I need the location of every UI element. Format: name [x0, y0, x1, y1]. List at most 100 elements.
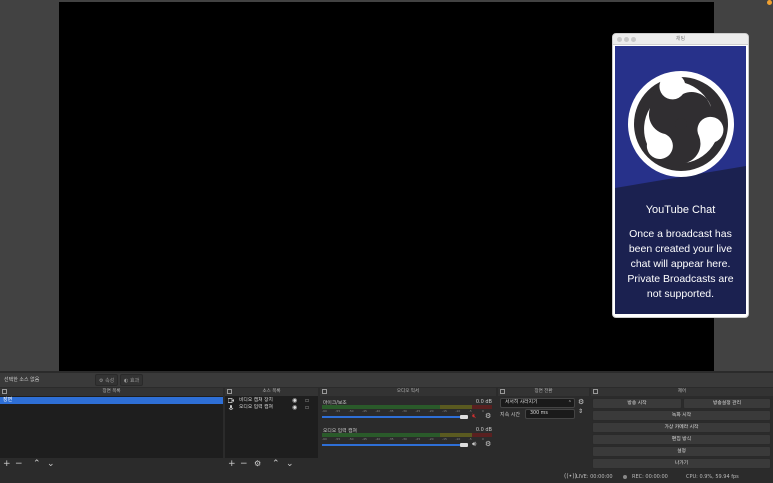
meter-tick-label: -55 — [335, 437, 341, 441]
dock-float-icon[interactable] — [322, 389, 327, 394]
controls-panel: 방송 시작 방송설정 관리 녹화 시작 가상 카메라 시작 편집 방식 설정 나… — [591, 396, 773, 470]
record-dot-icon — [623, 475, 627, 479]
filters-button[interactable]: ◐ 효과 — [120, 374, 144, 386]
remove-source-button[interactable]: − — [240, 458, 248, 470]
dock-float-icon[interactable] — [2, 389, 7, 394]
properties-button[interactable]: ⚙ 속성 — [95, 374, 119, 386]
notification-dot — [767, 0, 772, 5]
studio-mode-button[interactable]: 편집 방식 — [592, 434, 771, 445]
scene-item[interactable]: 장면 — [0, 397, 223, 404]
chevron-updown-icon: ⌃ — [567, 400, 572, 406]
microphone-icon — [228, 405, 234, 410]
lock-icon[interactable]: ▫ — [305, 397, 309, 404]
chat-window-titlebar[interactable]: 채팅 — [613, 34, 748, 45]
context-source-label: 선택한 소스 없음 — [4, 377, 40, 383]
meter-tick-label: -10 — [455, 437, 461, 441]
meter-tick-label: -30 — [402, 437, 407, 441]
scenes-dock-title[interactable]: 장면 목록 — [0, 388, 223, 396]
volume-slider[interactable] — [322, 444, 462, 446]
sources-dock-title[interactable]: 소스 목록 — [225, 388, 318, 396]
chat-message: Once a broadcast has been created your l… — [627, 228, 734, 300]
meter-tick-label: -50 — [348, 409, 354, 413]
audio-mixer: 마이크/보조 0.0 dB -60 -55 -50 -45 -40 -35 -30 -25 -2… — [320, 396, 496, 470]
meter-tick-label: -20 — [428, 409, 434, 413]
start-streaming-button[interactable]: 방송 시작 — [592, 398, 682, 409]
chat-content: YouTube Chat Once a broadcast has been c… — [615, 46, 746, 314]
chat-window-title: 채팅 — [675, 36, 686, 42]
meter-tick-label: -45 — [362, 409, 367, 413]
meter-tick-label: -60 — [322, 409, 327, 413]
rec-status: REC: 00:00:00 — [632, 474, 668, 480]
controls-dock-title[interactable]: 제어 — [591, 388, 773, 396]
camera-icon — [227, 398, 234, 403]
exit-button[interactable]: 나가기 — [592, 458, 771, 469]
meter-tick-label: -25 — [415, 409, 421, 413]
meter-tick-label: 0 — [482, 437, 484, 441]
meter-tick-label: 0 — [482, 409, 484, 413]
meter-tick-label: -40 — [375, 437, 381, 441]
gear-icon[interactable]: ⚙ — [485, 412, 491, 420]
meter-tick-label: -60 — [322, 437, 327, 441]
volume-slider-handle[interactable] — [460, 443, 468, 447]
visibility-eye-icon[interactable]: ◉ — [292, 404, 297, 411]
visibility-eye-icon[interactable]: ◉ — [292, 397, 297, 404]
move-up-icon[interactable]: ⌃ — [33, 458, 41, 470]
meter-tick-label: -30 — [402, 409, 407, 413]
lock-icon[interactable]: ▫ — [305, 404, 309, 411]
meter-tick-label: -20 — [428, 437, 434, 441]
start-recording-button[interactable]: 녹화 시작 — [592, 410, 771, 421]
chat-heading: YouTube Chat — [645, 204, 716, 216]
duration-input[interactable]: 300 ms — [525, 409, 575, 419]
live-status: LIVE: 00:00:00 — [576, 474, 613, 480]
cpu-status: CPU: 0.9%, 59.94 fps — [686, 474, 739, 480]
meter-tick-label: -35 — [388, 409, 394, 413]
broadcast-icon: ((•)) — [564, 473, 577, 480]
scenes-toolbar: + − ⌃ ⌄ — [0, 458, 223, 470]
manage-broadcast-button[interactable]: 방송설정 관리 — [683, 398, 771, 409]
meter-tick-label: -40 — [375, 409, 381, 413]
transition-select[interactable]: 서서히 사라지기 ⌃ — [500, 398, 575, 408]
scenes-list[interactable] — [0, 396, 223, 458]
meter-tick-label: -45 — [362, 437, 367, 441]
filter-icon: ◐ — [124, 378, 129, 384]
source-item[interactable]: 오디오 입력 캡쳐 ◉ ▫ — [228, 404, 316, 411]
move-down-icon[interactable]: ⌄ — [286, 458, 294, 470]
move-down-icon[interactable]: ⌄ — [47, 458, 55, 470]
meter-tick-label: -35 — [388, 437, 394, 441]
meter-tick-label: -10 — [455, 409, 461, 413]
add-source-button[interactable]: + — [228, 458, 236, 470]
meter-tick-label: -15 — [442, 409, 447, 413]
settings-button[interactable]: 설정 — [592, 446, 771, 457]
sources-toolbar: + − ⚙ ⌃ ⌄ — [225, 458, 318, 470]
dock-float-icon[interactable] — [500, 389, 505, 394]
sources-list[interactable]: 비디오 캡쳐 장치 ◉ ▫ 오디오 입력 캡쳐 ◉ ▫ — [225, 396, 318, 458]
youtube-chat-window: 채팅 YouTube Chat Once a broadcast has bee… — [612, 33, 749, 318]
add-scene-button[interactable]: + — [3, 458, 11, 470]
meter-tick-label: -15 — [442, 437, 447, 441]
gear-icon[interactable]: ⚙ — [254, 458, 261, 470]
obs-logo-icon — [628, 71, 734, 177]
move-up-icon[interactable]: ⌃ — [272, 458, 280, 470]
source-item[interactable]: 비디오 캡쳐 장치 ◉ ▫ — [227, 397, 316, 404]
muted-speaker-icon[interactable]: 🔇︎ — [472, 412, 476, 421]
gear-icon[interactable]: ⚙ — [485, 440, 491, 448]
meter-tick-label: -25 — [415, 437, 421, 441]
remove-scene-button[interactable]: − — [15, 458, 23, 470]
dock-float-icon[interactable] — [227, 389, 232, 394]
meter-tick-label: -55 — [335, 409, 341, 413]
status-bar: ((•)) LIVE: 00:00:00 REC: 00:00:00 CPU: … — [0, 471, 773, 483]
dock-float-icon[interactable] — [593, 389, 598, 394]
volume-slider[interactable] — [322, 416, 462, 418]
mixer-dock-title[interactable]: 오디오 믹서 — [320, 388, 496, 396]
meter-ticks: -60 -55 -50 -45 -40 -35 -30 -25 -20 -15 -10 -5 0 — [322, 409, 492, 413]
gear-icon: ⚙ — [99, 378, 104, 384]
speaker-icon[interactable]: 🔊︎ — [472, 440, 476, 449]
meter-tick-label: -50 — [348, 437, 354, 441]
volume-slider-handle[interactable] — [460, 415, 468, 419]
transitions-dock-title[interactable]: 장면 전환 — [498, 388, 589, 396]
meter-ticks: -60 -55 -50 -45 -40 -35 -30 -25 -20 -15 -10 -5 0 — [322, 437, 492, 441]
start-virtual-camera-button[interactable]: 가상 카메라 시작 — [592, 422, 771, 433]
stepper-icon[interactable]: ⇕ — [578, 408, 583, 415]
transitions-panel: 서서히 사라지기 ⌃ ⚙ 지속 시간 300 ms ⇕ — [498, 396, 589, 470]
gear-icon[interactable]: ⚙ — [578, 398, 584, 406]
